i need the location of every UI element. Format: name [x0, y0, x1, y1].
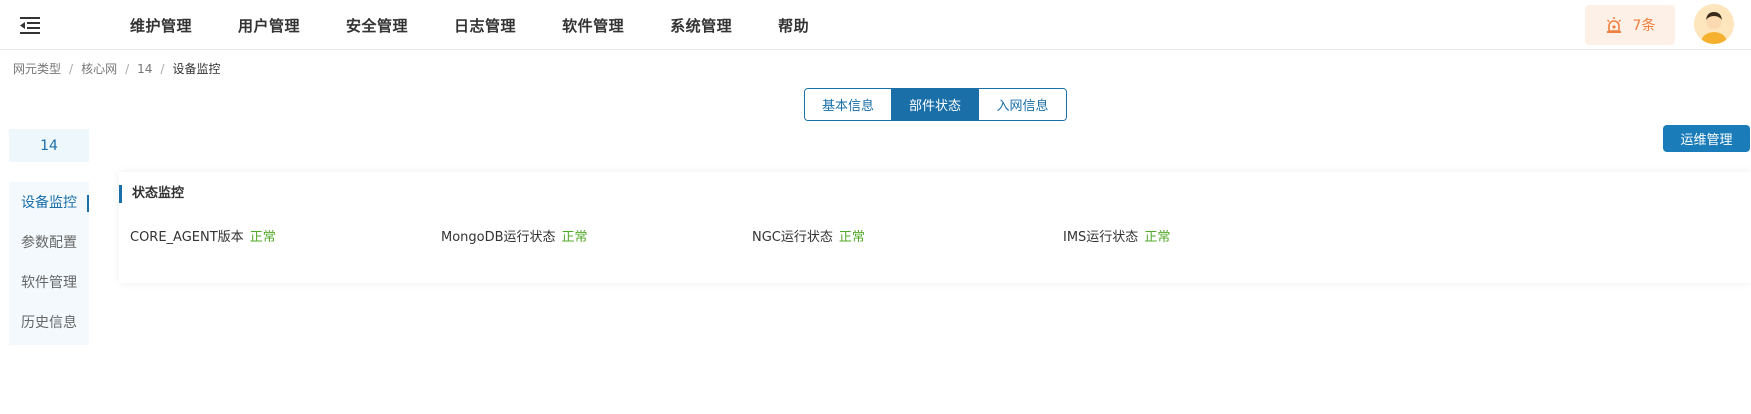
- main-nav: 维护管理 用户管理 安全管理 日志管理 软件管理 系统管理 帮助: [130, 0, 855, 50]
- card-title: 状态监控: [119, 185, 184, 203]
- status-label: NGC运行状态: [752, 230, 833, 245]
- menu-toggle-icon[interactable]: [18, 14, 42, 36]
- breadcrumb-item-core-network[interactable]: 核心网: [81, 60, 117, 77]
- nav-item-system[interactable]: 系统管理: [670, 15, 732, 36]
- breadcrumb-item-current: 设备监控: [172, 62, 221, 76]
- nav-item-logs[interactable]: 日志管理: [454, 15, 516, 36]
- top-bar: 维护管理 用户管理 安全管理 日志管理 软件管理 系统管理 帮助 7条: [0, 0, 1751, 50]
- status-item: NGC运行状态 正常: [752, 226, 1063, 245]
- status-label: CORE_AGENT版本: [130, 230, 244, 245]
- device-name-label: 14: [9, 129, 89, 162]
- side-menu: 设备监控 参数配置 软件管理 历史信息: [9, 182, 89, 345]
- breadcrumb-separator: /: [69, 61, 74, 76]
- nav-item-users[interactable]: 用户管理: [238, 15, 300, 36]
- nav-item-maintenance[interactable]: 维护管理: [130, 15, 192, 36]
- status-value: 正常: [249, 230, 276, 245]
- tab-component-status[interactable]: 部件状态: [892, 89, 979, 120]
- tab-network-access-info[interactable]: 入网信息: [979, 89, 1066, 120]
- breadcrumb-separator: /: [160, 61, 165, 76]
- tab-group: 基本信息 部件状态 入网信息: [804, 88, 1067, 121]
- breadcrumb-separator: /: [125, 61, 130, 76]
- side-item-history[interactable]: 历史信息: [9, 302, 89, 342]
- side-item-device-monitor[interactable]: 设备监控: [9, 182, 89, 222]
- tab-basic-info[interactable]: 基本信息: [805, 89, 892, 120]
- side-item-param-config[interactable]: 参数配置: [9, 222, 89, 262]
- status-value: 正常: [838, 230, 865, 245]
- status-item: MongoDB运行状态 正常: [441, 226, 752, 245]
- status-label: MongoDB运行状态: [441, 230, 556, 245]
- breadcrumb: 网元类型 / 核心网 / 14 / 设备监控: [13, 60, 220, 77]
- breadcrumb-item-device[interactable]: 14: [137, 62, 152, 76]
- nav-item-security[interactable]: 安全管理: [346, 15, 408, 36]
- ops-management-button[interactable]: 运维管理: [1663, 125, 1750, 152]
- breadcrumb-item-ne-type[interactable]: 网元类型: [13, 60, 61, 77]
- status-item: CORE_AGENT版本 正常: [130, 226, 441, 245]
- alarm-button[interactable]: 7条: [1585, 5, 1675, 45]
- status-monitor-card: 状态监控 CORE_AGENT版本 正常 MongoDB运行状态 正常 NGC运…: [119, 172, 1751, 283]
- side-item-software-management[interactable]: 软件管理: [9, 262, 89, 302]
- alarm-count: 7条: [1632, 18, 1656, 34]
- nav-item-software[interactable]: 软件管理: [562, 15, 624, 36]
- nav-item-help[interactable]: 帮助: [778, 15, 809, 36]
- status-list: CORE_AGENT版本 正常 MongoDB运行状态 正常 NGC运行状态 正…: [130, 226, 1374, 245]
- status-value: 正常: [561, 230, 588, 245]
- alarm-siren-icon: [1606, 17, 1621, 33]
- status-label: IMS运行状态: [1063, 230, 1139, 245]
- status-item: IMS运行状态 正常: [1063, 226, 1374, 245]
- status-value: 正常: [1144, 230, 1171, 245]
- user-avatar[interactable]: [1694, 4, 1734, 44]
